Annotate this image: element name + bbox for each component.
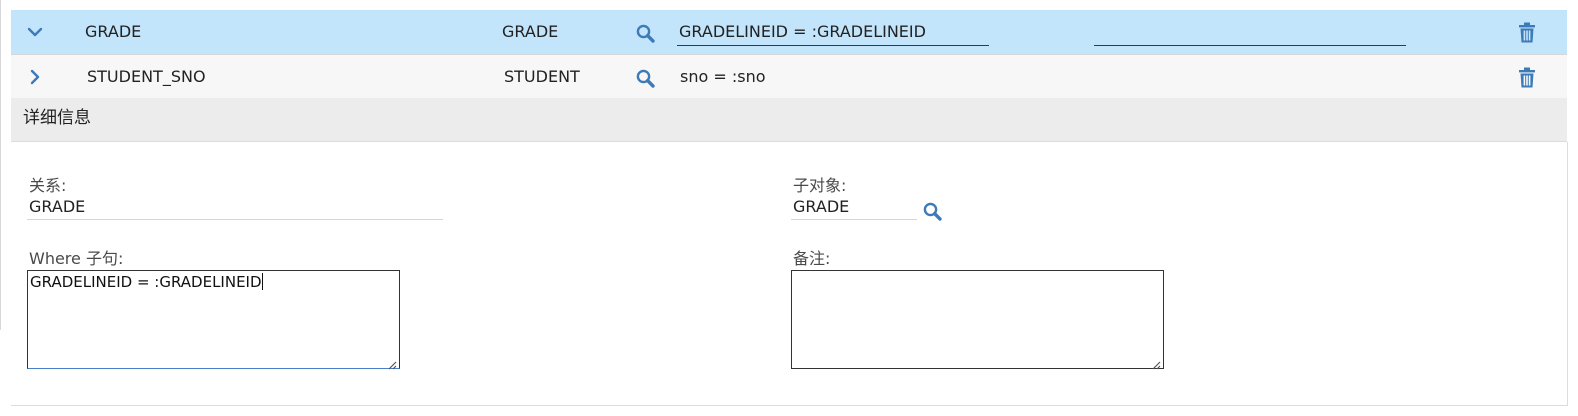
magnifier-icon[interactable] [635,23,657,45]
relationship-name: GRADE [85,22,142,41]
window-edge [0,0,1,330]
child-object-label: 子对象: [793,176,847,195]
trash-icon[interactable] [1518,22,1536,44]
text-caret [261,273,263,290]
where-clause-value: GRADELINEID = :GRADELINEID [30,273,262,291]
where-clause-text: GRADELINEID = :GRADELINEID [679,22,926,41]
chevron-down-icon[interactable] [25,22,45,42]
details-title: 详细信息 [23,108,91,128]
remarks-input[interactable] [1094,19,1406,46]
remarks-label: 备注: [793,249,831,268]
where-clause-textarea[interactable]: GRADELINEID = :GRADELINEID [27,270,400,370]
where-clause-label: Where 子句: [29,249,124,268]
relationship-table: GRADE GRADE GRADELINEID = :GRADELINEID S… [11,10,1567,100]
where-clause-input[interactable]: GRADELINEID = :GRADELINEID [677,19,989,46]
table-row[interactable]: GRADE GRADE GRADELINEID = :GRADELINEID [11,10,1567,55]
chevron-right-icon[interactable] [25,67,45,87]
relationship-label: 关系: [29,176,67,195]
trash-icon[interactable] [1518,67,1536,89]
details-panel: 关系: GRADE 子对象: GRADE Where 子句: GRADELINE… [11,142,1568,406]
table-row[interactable]: STUDENT_SNO STUDENT sno = :sno [11,55,1567,100]
remarks-textarea[interactable] [791,270,1164,370]
child-object-field[interactable]: GRADE [791,195,917,220]
resize-grip-icon[interactable] [1151,356,1161,370]
where-clause-text[interactable]: sno = :sno [680,55,766,99]
magnifier-icon[interactable] [635,68,657,90]
child-object: STUDENT [504,67,580,86]
details-header: 详细信息 [11,98,1567,142]
magnifier-icon[interactable] [922,201,944,223]
child-object: GRADE [502,22,559,41]
resize-grip-icon[interactable] [387,356,397,370]
relationship-name: STUDENT_SNO [87,67,206,86]
relationship-field[interactable]: GRADE [27,195,443,220]
